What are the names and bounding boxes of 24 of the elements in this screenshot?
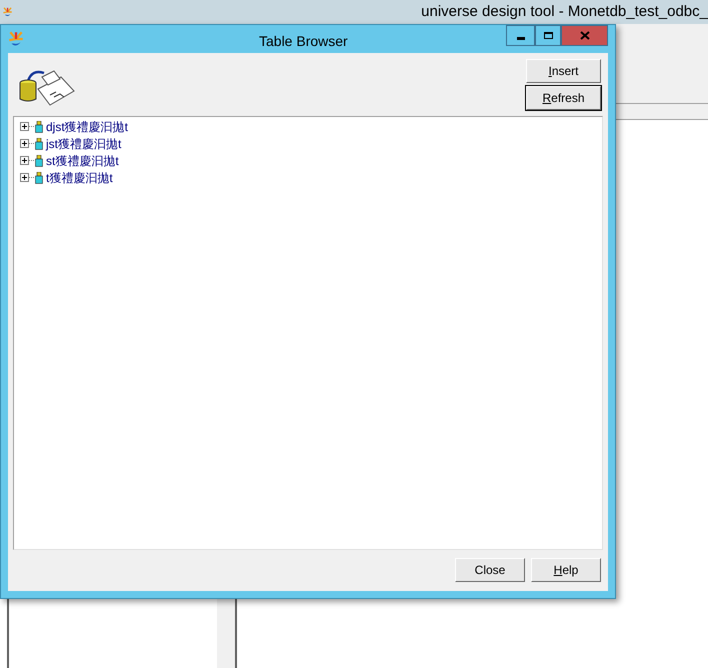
expand-icon[interactable] (20, 139, 29, 148)
table-icon (35, 120, 43, 132)
close-icon (580, 31, 590, 40)
expand-icon[interactable] (20, 173, 29, 182)
action-button[interactable]: Insert (526, 59, 601, 83)
app-logo-icon (7, 30, 25, 48)
minimize-icon (516, 37, 524, 40)
table-icon (35, 154, 43, 166)
action-button[interactable]: Refresh (526, 86, 601, 110)
maximize-icon (544, 32, 552, 39)
tree-item[interactable]: djst獲禮慶汩拋t (46, 118, 128, 136)
dialog-button[interactable]: Help (531, 558, 601, 582)
dialog-title: Table Browser (259, 32, 348, 51)
close-button[interactable] (561, 25, 608, 46)
minimize-button[interactable] (506, 25, 535, 46)
tree-item[interactable]: t獲禮慶汩拋t (46, 168, 113, 186)
dialog-button[interactable]: Close (455, 558, 525, 582)
app-window-title: universe design tool - Monetdb_test_odbc_ (421, 2, 708, 22)
expand-icon[interactable] (20, 156, 29, 165)
table-icon (35, 172, 43, 184)
tree-item[interactable]: st獲禮慶汩拋t (46, 152, 119, 170)
table-icon (35, 138, 43, 150)
tree-item[interactable]: jst獲禮慶汩拋t (46, 134, 122, 152)
expand-icon[interactable] (20, 122, 29, 131)
